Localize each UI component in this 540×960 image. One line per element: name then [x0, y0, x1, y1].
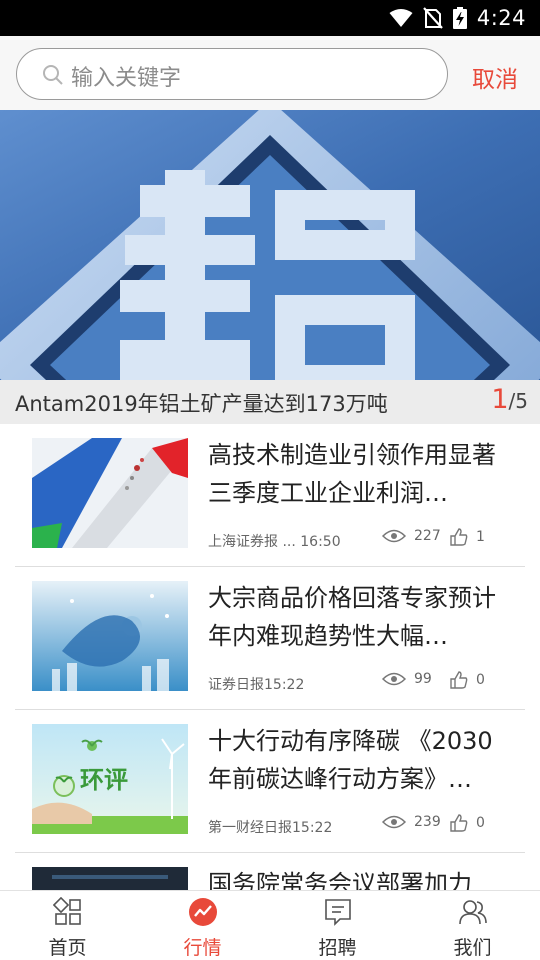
nav-label: 招聘 — [318, 937, 357, 959]
news-item[interactable]: 高技术制造业引领作用显著 三季度工业企业利润… 上海证券报 ... 16:50 … — [0, 424, 540, 567]
status-bar: 4:24 — [0, 0, 540, 36]
view-count: 227 — [382, 528, 441, 544]
cancel-button[interactable]: 取消 — [472, 60, 518, 94]
search-icon — [43, 65, 63, 85]
news-thumbnail — [32, 581, 188, 691]
thumbs-up-icon — [450, 528, 468, 546]
news-title: 高技术制造业引领作用显著 三季度工业企业利润… — [208, 441, 496, 507]
news-source: 上海证券报 ... 16:50 — [208, 534, 341, 550]
news-thumbnail — [32, 438, 188, 548]
search-placeholder: 输入关键字 — [71, 66, 182, 91]
nav-label: 我们 — [453, 937, 492, 959]
like-count[interactable]: 1 — [450, 528, 485, 546]
news-meta: 证券日报15:22 99 0 — [208, 671, 508, 693]
banner-image — [0, 110, 540, 380]
news-thumbnail: 环评 — [32, 724, 188, 834]
pager-total: /5 — [508, 389, 528, 413]
nav-about[interactable]: 我们 — [405, 891, 540, 960]
news-item[interactable]: 大宗商品价格回落专家预计年内难现趋势性大幅… 证券日报15:22 99 0 — [0, 567, 540, 710]
like-count[interactable]: 0 — [450, 671, 485, 689]
market-trend-icon — [189, 898, 217, 926]
users-icon — [459, 900, 487, 925]
banner-caption: Antam2019年铝土矿产量达到173万吨 — [15, 392, 388, 416]
nav-recruit[interactable]: 招聘 — [270, 891, 405, 960]
news-list: 高技术制造业引领作用显著 三季度工业企业利润… 上海证券报 ... 16:50 … — [0, 424, 540, 890]
banner-caption-bar: Antam2019年铝土矿产量达到173万吨 1/5 — [0, 380, 540, 424]
search-input[interactable]: 输入关键字 — [16, 48, 448, 100]
home-grid-icon — [53, 897, 81, 925]
thumbs-up-icon — [450, 671, 468, 689]
eye-icon — [382, 815, 406, 829]
nav-label: 行情 — [183, 937, 222, 959]
news-item[interactable]: 国务院常务会议部署加力 — [0, 853, 540, 890]
recruit-chat-icon — [325, 899, 351, 926]
search-header: 输入关键字 取消 — [0, 36, 540, 110]
bottom-nav: 首页 行情 招聘 我们 — [0, 890, 540, 960]
banner-pager: 1/5 — [491, 384, 528, 415]
nav-market[interactable]: 行情 — [135, 891, 270, 960]
eye-icon — [382, 672, 406, 686]
news-thumbnail — [32, 867, 188, 890]
like-count[interactable]: 0 — [450, 814, 485, 832]
news-item[interactable]: 环评 十大行动有序降碳 《2030年前碳达峰行动方案》… 第一财经日报15:22… — [0, 710, 540, 853]
news-title: 大宗商品价格回落专家预计年内难现趋势性大幅… — [208, 584, 496, 650]
news-title: 国务院常务会议部署加力 — [208, 870, 472, 890]
eye-icon — [382, 529, 406, 543]
nav-label: 首页 — [48, 937, 87, 959]
banner-carousel[interactable] — [0, 110, 540, 380]
news-meta: 第一财经日报15:22 239 0 — [208, 814, 508, 836]
news-source: 第一财经日报15:22 — [208, 820, 333, 836]
thumb-huanping-text: 环评 — [80, 766, 128, 794]
news-title: 十大行动有序降碳 《2030年前碳达峰行动方案》… — [208, 727, 493, 793]
battery-charging-icon — [452, 7, 467, 29]
news-meta: 上海证券报 ... 16:50 227 1 — [208, 528, 508, 550]
wifi-icon — [389, 9, 413, 27]
no-sim-icon — [423, 7, 443, 29]
pager-current: 1 — [491, 384, 509, 415]
view-count: 99 — [382, 671, 432, 687]
clock: 4:24 — [476, 6, 526, 30]
thumbs-up-icon — [450, 814, 468, 832]
view-count: 239 — [382, 814, 441, 830]
news-source: 证券日报15:22 — [208, 677, 305, 693]
nav-home[interactable]: 首页 — [0, 891, 135, 960]
